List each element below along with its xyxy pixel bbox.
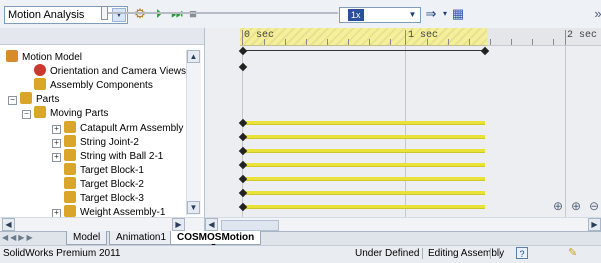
tree-header	[0, 28, 204, 45]
tree-item-target-block-1[interactable]: Target Block-1	[64, 163, 144, 177]
status-separator	[490, 248, 491, 259]
ruler-tick	[327, 39, 328, 45]
time-label-1: 1 sec	[408, 30, 439, 41]
timeline-slider-thumb[interactable]	[101, 6, 108, 20]
scroll-thumb[interactable]	[221, 220, 279, 231]
assembly-icon	[34, 78, 46, 90]
timeline-bar	[243, 163, 485, 167]
ruler-tick	[427, 39, 428, 45]
timeline-bar	[243, 205, 485, 209]
ruler-tick	[348, 39, 349, 45]
study-type-value: Motion Analysis	[8, 9, 85, 21]
ruler-tick	[369, 39, 370, 45]
scroll-right-icon[interactable]: ▶	[588, 218, 601, 231]
definition-status: Under Defined	[355, 248, 420, 259]
part-icon	[64, 205, 76, 217]
scroll-left-icon[interactable]: ◀	[205, 218, 218, 231]
part-icon	[64, 121, 76, 133]
tree-vertical-scrollbar[interactable]: ▲ ▼	[186, 50, 201, 215]
tree-item-string-joint[interactable]: String Joint-2	[64, 135, 139, 149]
collapse-icon[interactable]: »	[590, 6, 601, 22]
study-type-select[interactable]: Motion Analysis ▼	[4, 6, 128, 24]
ruler-tick	[264, 39, 265, 45]
motion-study-properties-icon[interactable]: ⚙	[132, 6, 148, 22]
timeline-bar	[243, 191, 485, 195]
chevron-down-icon[interactable]: ▼	[112, 8, 126, 22]
timeline-horizontal-scrollbar[interactable]: ◀ ▶	[205, 217, 601, 232]
expand-string-joint-toggle[interactable]: +	[52, 139, 61, 148]
time-label-2: 2 sec	[567, 30, 598, 41]
save-animation-icon[interactable]: ▦	[450, 6, 466, 22]
parts-folder-icon	[20, 92, 32, 104]
ruler-tick	[511, 39, 512, 45]
timeline-bar	[243, 149, 485, 153]
time-label-0: 0 sec	[244, 30, 275, 41]
rebuild-icon[interactable]: ✎	[568, 246, 577, 259]
playback-speed-select[interactable]: 1x ▼	[339, 7, 421, 23]
tree-item-target-block-2[interactable]: Target Block-2	[64, 177, 144, 191]
ruler-tick	[553, 39, 554, 45]
editing-mode: Editing Assembly	[428, 248, 505, 259]
timeline-area[interactable]	[205, 28, 601, 233]
product-name: SolidWorks Premium 2011	[3, 248, 121, 259]
ruler-tick	[390, 39, 391, 45]
tree-item-parts[interactable]: Parts	[20, 92, 59, 106]
status-separator	[422, 248, 423, 259]
ruler-tick	[448, 39, 449, 45]
tree-item-catapult-arm[interactable]: Catapult Arm Assembly Ne	[64, 121, 184, 135]
chevron-down-icon[interactable]: ▼	[406, 8, 419, 22]
time-gridline	[565, 45, 566, 220]
stop-icon[interactable]: ■	[185, 6, 201, 22]
expand-catapult-toggle[interactable]: +	[52, 125, 61, 134]
playback-speed-value: 1x	[348, 9, 364, 21]
ruler-tick	[565, 30, 566, 45]
zoom-to-fit-icon[interactable]: ⊕	[553, 199, 563, 213]
tree-item-string-ball[interactable]: String with Ball 2-1	[64, 149, 163, 163]
tab-animation1[interactable]: Animation1	[109, 231, 174, 245]
part-icon	[64, 163, 76, 175]
tree-item-weight-assembly[interactable]: Weight Assembly-1	[64, 205, 165, 217]
part-icon	[64, 149, 76, 161]
ruler-tick	[532, 39, 533, 45]
collapse-moving-parts-toggle[interactable]: −	[22, 110, 31, 119]
motion-model-icon	[6, 50, 18, 62]
zoom-out-icon[interactable]: ⊖	[589, 199, 599, 213]
timeline-bar	[243, 177, 485, 181]
timeline-bar	[243, 135, 485, 139]
timeline-slider-track[interactable]	[103, 12, 338, 14]
play-from-start-icon[interactable]: ⏭	[169, 6, 185, 22]
ruler-tick	[490, 39, 491, 45]
tree-horizontal-scrollbar[interactable]: ◀ ▶	[0, 217, 204, 232]
motion-model-span	[243, 50, 485, 51]
scroll-down-icon[interactable]: ▼	[187, 201, 200, 214]
tree-item-assembly-components[interactable]: Assembly Components	[34, 78, 153, 92]
scroll-right-icon[interactable]: ▶	[172, 218, 185, 231]
tab-scroll-icon[interactable]: ◀◀▶▶	[2, 233, 35, 242]
help-icon[interactable]: ?	[516, 247, 528, 259]
part-icon	[64, 177, 76, 189]
ruler-tick	[285, 39, 286, 45]
tree-item-orientation[interactable]: Orientation and Camera Views	[34, 64, 186, 78]
tree-item-motion-model[interactable]: Motion Model	[6, 50, 82, 64]
calculate-icon[interactable]: ⏵	[151, 6, 167, 22]
zoom-in-icon[interactable]: ⊕	[571, 199, 581, 213]
scroll-up-icon[interactable]: ▲	[187, 50, 200, 63]
ruler-tick	[469, 39, 470, 45]
status-separator	[499, 248, 500, 259]
timeline-bar	[243, 121, 485, 125]
camera-views-icon	[34, 64, 46, 76]
ruler-tick	[405, 30, 406, 45]
moving-parts-icon	[34, 106, 46, 118]
scroll-left-icon[interactable]: ◀	[2, 218, 15, 231]
tree-item-moving-parts[interactable]: Moving Parts	[34, 106, 108, 120]
tree-item-target-block-3[interactable]: Target Block-3	[64, 191, 144, 205]
tab-model[interactable]: Model	[66, 231, 108, 245]
expand-string-ball-toggle[interactable]: +	[52, 153, 61, 162]
part-icon	[64, 135, 76, 147]
ruler-tick	[306, 39, 307, 45]
ruler-tick	[242, 30, 243, 45]
part-icon	[64, 191, 76, 203]
collapse-parts-toggle[interactable]: −	[8, 96, 17, 105]
